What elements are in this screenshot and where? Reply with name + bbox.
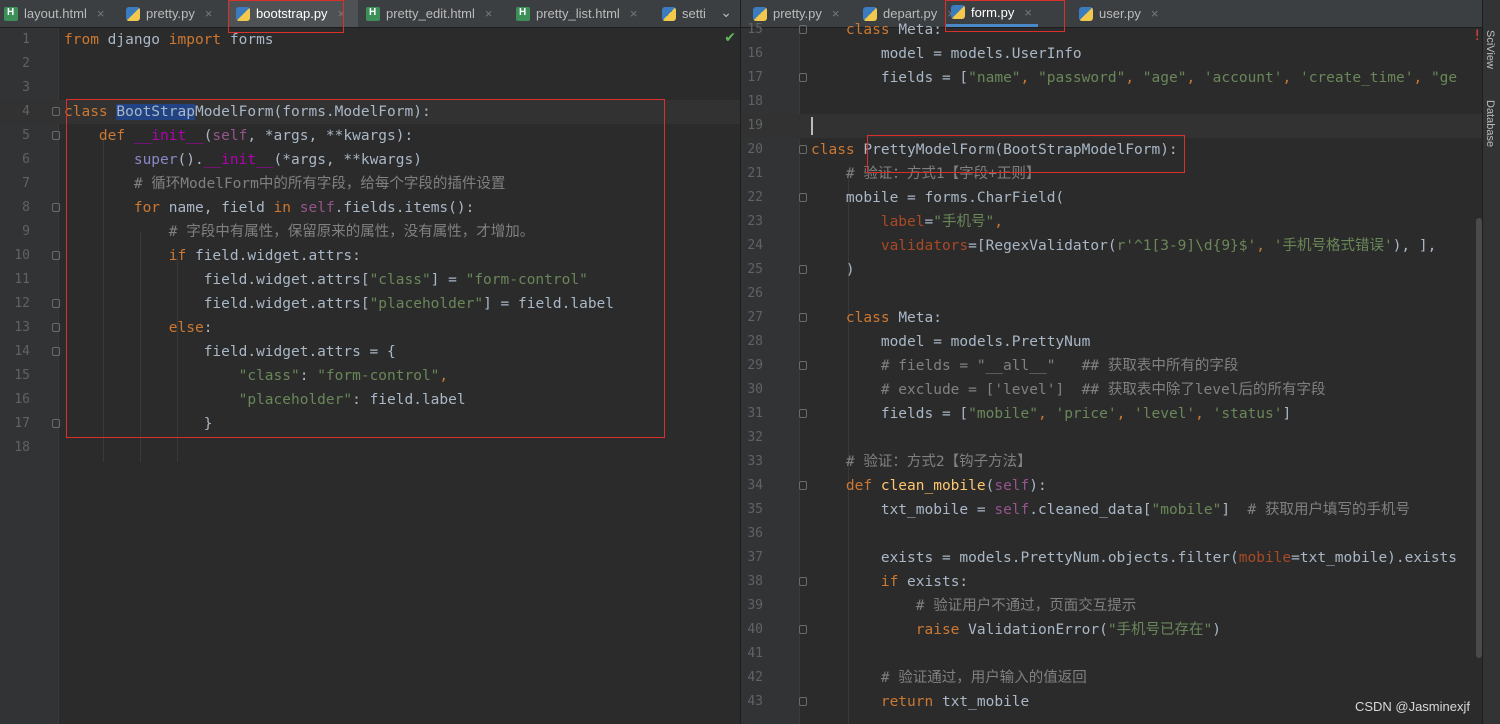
code-line: 29 # fields = "__all__" ## 获取表中所有的字段 <box>747 358 1239 374</box>
code-line: 8 for name, field in self.fields.items()… <box>22 200 475 216</box>
fold-icon[interactable] <box>52 419 60 428</box>
code-line: 11 field.widget.attrs["class"] = "form-c… <box>14 272 588 288</box>
close-icon[interactable]: × <box>205 6 213 21</box>
tab-bootstrap-py[interactable]: bootstrap.py × <box>228 0 358 27</box>
fold-icon[interactable] <box>799 25 807 34</box>
code-line: 23 label="手机号", <box>747 214 1003 230</box>
code-line: 22 mobile = forms.CharField( <box>747 190 1065 206</box>
text-caret <box>811 117 813 135</box>
fold-icon[interactable] <box>52 251 60 260</box>
code-line: 35 txt_mobile = self.cleaned_data["mobil… <box>747 502 1410 518</box>
code-line: 14 field.widget.attrs = { <box>14 344 396 360</box>
code-line: 17 } <box>14 416 213 432</box>
code-line: 16 "placeholder": field.label <box>14 392 466 408</box>
code-line: 18 <box>14 440 30 455</box>
code-line: 33 # 验证：方式2【钩子方法】 <box>747 454 1032 470</box>
code-line: 30 # exclude = ['level'] ## 获取表中除了level后… <box>747 382 1326 398</box>
fold-icon[interactable] <box>799 361 807 370</box>
watermark: CSDN @Jasminexjf <box>1354 699 1470 714</box>
code-line: 10 if field.widget.attrs: <box>14 248 361 264</box>
fold-icon[interactable] <box>799 313 807 322</box>
python-file-icon <box>662 6 676 21</box>
code-line: 25 ) <box>747 262 855 278</box>
code-line: 15 "class": "form-control", <box>14 368 449 384</box>
code-line: 7 # 循环ModelForm中的所有字段，给每个字段的插件设置 <box>22 176 506 192</box>
html-file-icon <box>4 6 18 21</box>
code-line: 5 def __init__(self, *args, **kwargs): <box>22 128 414 144</box>
code-line: 1 from django import forms <box>22 32 274 48</box>
tab-pretty-edit-html[interactable]: pretty_edit.html× <box>366 0 492 27</box>
fold-icon[interactable] <box>799 625 807 634</box>
fold-icon[interactable] <box>799 265 807 274</box>
code-line: 9 # 字段中有属性，保留原来的属性，没有属性，才增加。 <box>22 224 535 240</box>
fold-icon[interactable] <box>799 73 807 82</box>
code-line: 16 model = models.UserInfo <box>747 46 1082 62</box>
left-tab-bar: layout.html× pretty.py× bootstrap.py× pr… <box>0 0 740 28</box>
code-line: 18 <box>747 94 763 109</box>
fold-icon[interactable] <box>799 145 807 154</box>
database-tool-tab[interactable]: Database <box>1484 100 1496 147</box>
right-tool-strip: SciView Database <box>1482 0 1500 724</box>
code-line: 41 <box>747 646 763 661</box>
code-line: 21 # 验证：方式1【字段+正则】 <box>747 166 1041 182</box>
right-editor-pane: pretty.py× depart.py× form.py× user.py× … <box>741 0 1482 724</box>
code-line: 42 # 验证通过，用户输入的值返回 <box>747 670 1087 686</box>
code-line: 32 <box>747 430 763 445</box>
code-line: 36 <box>747 526 763 541</box>
code-line: 20 class PrettyModelForm(BootStrapModelFo… <box>747 142 1178 158</box>
code-line: 26 <box>747 286 763 301</box>
sciview-tool-tab[interactable]: SciView <box>1484 30 1496 69</box>
html-file-icon <box>366 6 380 21</box>
left-code-editor[interactable]: ✔ 1 from django import forms 2 3 4 class B… <box>0 28 740 724</box>
code-line: 19 <box>741 114 1482 138</box>
code-line: 37 exists = models.PrettyNum.objects.fil… <box>747 550 1458 566</box>
close-icon[interactable]: × <box>630 6 638 21</box>
left-editor-pane: layout.html× pretty.py× bootstrap.py× pr… <box>0 0 740 724</box>
code-line: 2 <box>22 56 30 71</box>
fold-icon[interactable] <box>52 107 60 116</box>
fold-icon[interactable] <box>52 131 60 140</box>
code-line: 34 def clean_mobile(self): <box>747 478 1047 494</box>
fold-icon[interactable] <box>52 347 60 356</box>
code-line: 31 fields = ["mobile", 'price', 'level',… <box>747 406 1292 422</box>
code-line: 17 fields = ["name", "password", "age", … <box>747 70 1458 86</box>
close-icon[interactable]: × <box>338 6 346 21</box>
code-line: 40 raise ValidationError("手机号已存在") <box>747 622 1222 638</box>
code-line: 12 field.widget.attrs["placeholder"] = f… <box>14 296 615 312</box>
fold-icon[interactable] <box>52 323 60 332</box>
code-line: 4 class BootStrapModelForm(forms.ModelFor… <box>0 100 740 124</box>
right-code-editor[interactable]: ! 15 class Meta: 16 model = models.UserI… <box>741 22 1482 724</box>
code-line: 24 validators=[RegexValidator(r'^1[3-9]\… <box>747 238 1437 254</box>
close-icon[interactable]: × <box>485 6 493 21</box>
fold-icon[interactable] <box>52 299 60 308</box>
tab-pretty-list-html[interactable]: pretty_list.html× <box>516 0 637 27</box>
fold-icon[interactable] <box>799 481 807 490</box>
tab-pretty-py[interactable]: pretty.py × <box>126 0 212 27</box>
code-line: 28 model = models.PrettyNum <box>747 334 1091 350</box>
code-line: 38 if exists: <box>747 574 969 590</box>
fold-icon[interactable] <box>799 409 807 418</box>
python-file-icon <box>951 5 965 19</box>
fold-icon[interactable] <box>799 193 807 202</box>
python-file-icon <box>236 6 250 21</box>
code-line: 15 class Meta: <box>747 22 942 38</box>
code-line: 27 class Meta: <box>747 310 942 326</box>
code-line: 13 else: <box>14 320 213 336</box>
chevron-down-icon[interactable]: ⌄ <box>720 4 732 21</box>
fold-icon[interactable] <box>52 203 60 212</box>
code-line: 6 super().__init__(*args, **kwargs) <box>22 152 422 168</box>
code-line: 39 # 验证用户不通过，页面交互提示 <box>747 598 1137 614</box>
python-file-icon <box>126 6 140 21</box>
tab-layout-html[interactable]: layout.html× <box>4 0 104 27</box>
code-line: 3 <box>22 80 30 95</box>
fold-icon[interactable] <box>799 577 807 586</box>
html-file-icon <box>516 6 530 21</box>
fold-icon[interactable] <box>799 697 807 706</box>
close-icon[interactable]: × <box>97 6 105 21</box>
tab-settings-py[interactable]: setti <box>662 0 706 27</box>
